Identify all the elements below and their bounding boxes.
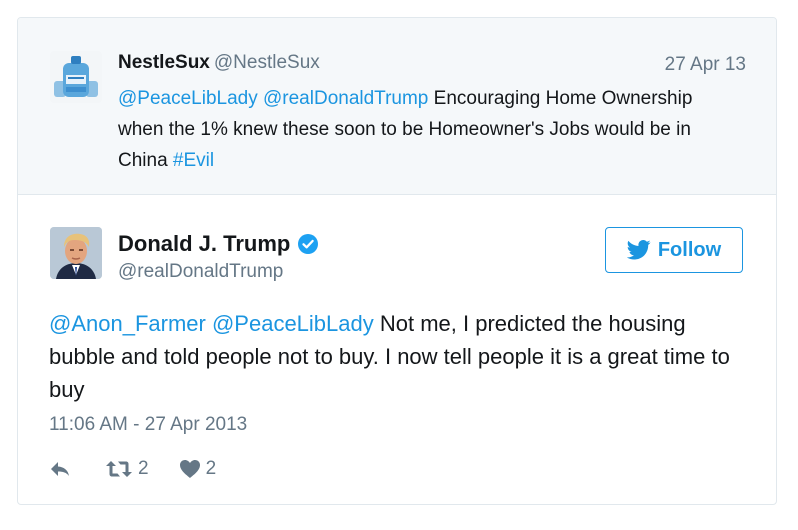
parent-tweet-date[interactable]: 27 Apr 13 — [665, 54, 746, 76]
parent-mention-realdonaldtrump-link[interactable]: @realDonaldTrump — [263, 88, 428, 109]
follow-label: Follow — [657, 238, 722, 261]
retweet-icon — [106, 461, 132, 477]
follow-button[interactable]: Follow — [605, 227, 743, 273]
author-name-row: Donald J. Trump — [118, 231, 319, 257]
parent-tweet[interactable]: NestleSux @NestleSux 27 Apr 13 @PeaceLibL… — [18, 18, 776, 195]
author-name[interactable]: Donald J. Trump — [118, 231, 290, 257]
reply-icon — [51, 462, 69, 476]
tweet-timestamp[interactable]: 11:06 AM - 27 Apr 2013 — [49, 414, 247, 436]
verified-badge-icon — [297, 233, 319, 255]
parent-author-handle[interactable]: @NestleSux — [214, 52, 320, 73]
parent-tweet-header: NestleSux @NestleSux — [118, 52, 320, 74]
tweet-actions: 2 2 — [49, 457, 216, 481]
parent-author-avatar[interactable] — [50, 51, 102, 103]
retweet-button[interactable]: 2 — [105, 458, 149, 480]
tweet-embed-card: NestleSux @NestleSux 27 Apr 13 @PeaceLibL… — [17, 17, 777, 505]
tweet-text: @Anon_Farmer @PeaceLibLady Not me, I pre… — [49, 307, 749, 406]
retweet-count: 2 — [138, 458, 149, 479]
profile-photo-avatar-icon — [50, 227, 102, 279]
hashtag-evil-link[interactable]: #Evil — [173, 150, 214, 171]
parent-tweet-text: @PeaceLibLady @realDonaldTrump Encouragi… — [118, 83, 738, 176]
author-avatar[interactable] — [50, 227, 102, 279]
mention-peacelibladylink[interactable]: @PeaceLibLady — [212, 311, 374, 336]
parent-mention-peacelibladylink[interactable]: @PeaceLibLady — [118, 88, 258, 109]
heart-icon — [179, 460, 200, 478]
author-handle[interactable]: @realDonaldTrump — [118, 261, 283, 283]
like-button[interactable]: 2 — [179, 458, 217, 480]
twitter-bird-icon — [626, 240, 651, 260]
mention-anon-farmer-link[interactable]: @Anon_Farmer — [49, 311, 206, 336]
water-jugs-avatar-icon — [50, 51, 102, 103]
reply-button[interactable] — [49, 460, 71, 478]
parent-author-name[interactable]: NestleSux — [118, 52, 210, 73]
like-count: 2 — [205, 458, 217, 479]
